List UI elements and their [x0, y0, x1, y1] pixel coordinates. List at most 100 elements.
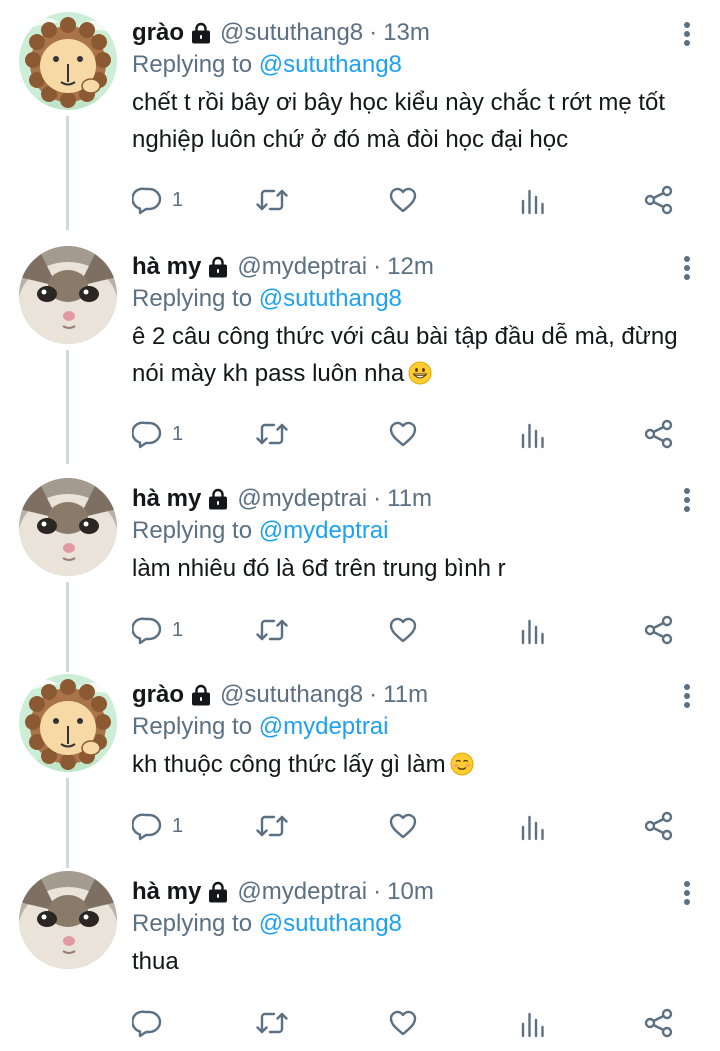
lock-icon — [207, 881, 229, 903]
share-icon — [644, 615, 674, 645]
lion-avatar[interactable] — [19, 674, 117, 772]
dot-separator: · — [373, 253, 382, 280]
analytics-button[interactable] — [518, 1005, 548, 1041]
display-name[interactable]: hà my — [132, 250, 201, 284]
grinning-face-emoji — [408, 361, 432, 385]
smiling-face-emoji — [450, 752, 474, 776]
stats-icon — [518, 811, 548, 841]
tweet-text-content: thua — [132, 948, 179, 975]
tweet[interactable]: hà my @mydeptrai · 12m Replying to @sutu… — [0, 234, 720, 468]
tweet-text-content: chết t rồi bây ơi bây học kiểu này chắc … — [132, 89, 666, 153]
reply-button[interactable]: 1 — [132, 182, 183, 218]
timestamp[interactable]: 10m — [387, 875, 434, 909]
replying-to-label: Replying to — [132, 517, 253, 544]
retweet-button[interactable] — [256, 416, 288, 452]
analytics-button[interactable] — [518, 808, 548, 844]
tweet[interactable]: grào @sututhang8 · 11m Replying to @myde… — [0, 662, 720, 858]
tweet-actions — [132, 1005, 692, 1041]
share-button[interactable] — [644, 182, 674, 218]
like-button[interactable] — [388, 612, 418, 648]
more-options-icon[interactable] — [680, 486, 694, 514]
user-handle[interactable]: @mydeptrai — [237, 250, 367, 284]
retweet-button[interactable] — [256, 612, 288, 648]
retweet-button[interactable] — [256, 182, 288, 218]
lion-avatar[interactable] — [19, 12, 117, 110]
more-options-icon[interactable] — [680, 254, 694, 282]
share-button[interactable] — [644, 612, 674, 648]
reply-count: 1 — [172, 618, 184, 641]
like-button[interactable] — [388, 1005, 418, 1041]
user-handle[interactable]: @mydeptrai — [237, 482, 367, 516]
display-name[interactable]: grào — [132, 16, 184, 50]
share-button[interactable] — [644, 808, 674, 844]
more-options-icon[interactable] — [680, 879, 694, 907]
tweet-actions: 1 — [132, 612, 692, 648]
share-button[interactable] — [644, 1005, 674, 1041]
dot-separator: · — [373, 485, 382, 512]
more-options-icon[interactable] — [680, 20, 694, 48]
retweet-icon — [256, 615, 288, 645]
analytics-button[interactable] — [518, 182, 548, 218]
reply-button[interactable]: 1 — [132, 808, 183, 844]
user-handle[interactable]: @sututhang8 — [220, 678, 363, 712]
reply-icon — [132, 419, 162, 449]
timestamp[interactable]: 11m — [383, 678, 428, 712]
tweet-text: ê 2 câu công thức với câu bài tập đầu dễ… — [132, 318, 692, 392]
more-options-icon[interactable] — [680, 682, 694, 710]
replying-to-mention[interactable]: @mydeptrai — [259, 713, 389, 740]
replying-to-mention[interactable]: @sututhang8 — [259, 910, 402, 937]
retweet-icon — [256, 811, 288, 841]
tweet-text: thua — [132, 943, 692, 980]
display-name[interactable]: grào — [132, 678, 184, 712]
cat-avatar[interactable] — [19, 478, 117, 576]
user-handle[interactable]: @sututhang8 — [220, 16, 363, 50]
reply-icon — [132, 615, 162, 645]
replying-to-mention[interactable]: @sututhang8 — [259, 285, 402, 312]
cat-avatar[interactable] — [19, 246, 117, 344]
tweet[interactable]: hà my @mydeptrai · 11m Replying to @myde… — [0, 466, 720, 662]
reply-icon — [132, 811, 162, 841]
tweet-header: hà my @mydeptrai · 10m — [132, 875, 434, 909]
retweet-button[interactable] — [256, 1005, 288, 1041]
reply-button[interactable] — [132, 1005, 172, 1041]
tweet[interactable]: hà my @mydeptrai · 10m Replying to @sutu… — [0, 859, 720, 1051]
replying-to-mention[interactable]: @sututhang8 — [259, 51, 402, 78]
cat-avatar[interactable] — [19, 871, 117, 969]
reply-icon — [132, 185, 162, 215]
analytics-button[interactable] — [518, 416, 548, 452]
analytics-button[interactable] — [518, 612, 548, 648]
like-button[interactable] — [388, 416, 418, 452]
display-name[interactable]: hà my — [132, 875, 201, 909]
tweet-header: grào @sututhang8 · 11m — [132, 678, 428, 712]
display-name[interactable]: hà my — [132, 482, 201, 516]
like-button[interactable] — [388, 182, 418, 218]
lock-icon — [207, 256, 229, 278]
tweet[interactable]: grào @sututhang8 · 13m Replying to @sutu… — [0, 0, 720, 236]
tweet-text-content: kh thuộc công thức lấy gì làm — [132, 751, 446, 778]
replying-to-label: Replying to — [132, 910, 253, 937]
retweet-icon — [256, 1008, 288, 1038]
share-icon — [644, 185, 674, 215]
timestamp[interactable]: 11m — [387, 482, 432, 516]
reply-button[interactable]: 1 — [132, 612, 183, 648]
stats-icon — [518, 419, 548, 449]
lock-icon — [190, 684, 212, 706]
heart-icon — [388, 1008, 418, 1038]
tweet-text: làm nhiêu đó là 6đ trên trung bình r — [132, 550, 692, 587]
tweet-text: chết t rồi bây ơi bây học kiểu này chắc … — [132, 84, 692, 158]
retweet-button[interactable] — [256, 808, 288, 844]
replying-to-mention[interactable]: @mydeptrai — [259, 517, 389, 544]
heart-icon — [388, 811, 418, 841]
replying-to: Replying to @sututhang8 — [132, 284, 402, 314]
like-button[interactable] — [388, 808, 418, 844]
timestamp[interactable]: 13m — [383, 16, 430, 50]
user-handle[interactable]: @mydeptrai — [237, 875, 367, 909]
timestamp[interactable]: 12m — [387, 250, 434, 284]
replying-to-label: Replying to — [132, 51, 253, 78]
tweet-text: kh thuộc công thức lấy gì làm — [132, 746, 692, 783]
share-icon — [644, 811, 674, 841]
dot-separator: · — [369, 19, 378, 46]
tweet-actions: 1 — [132, 182, 692, 218]
share-button[interactable] — [644, 416, 674, 452]
reply-button[interactable]: 1 — [132, 416, 183, 452]
